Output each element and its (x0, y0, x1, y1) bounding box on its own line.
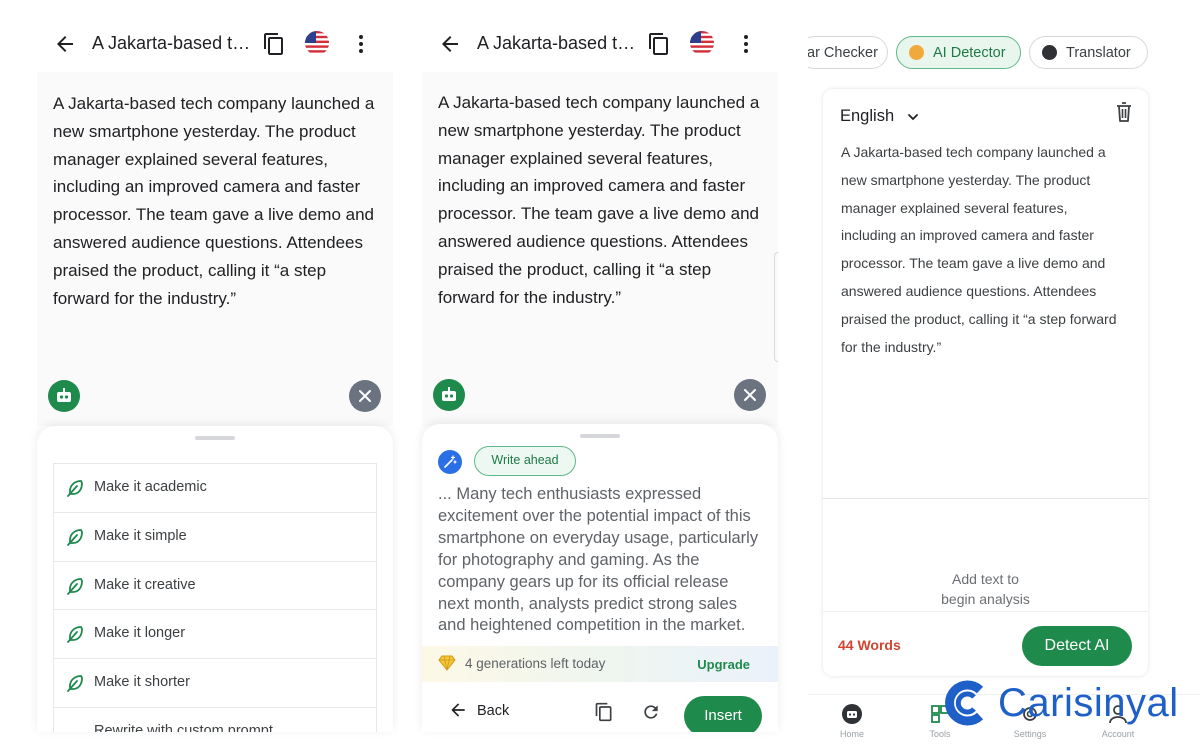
watermark: Carisinyal (940, 680, 1190, 726)
tab-translator[interactable]: Translator (1029, 36, 1148, 69)
robot-icon (842, 704, 862, 724)
tab-label: Translator (1066, 45, 1131, 61)
close-button[interactable] (349, 380, 381, 412)
robot-icon (442, 387, 456, 401)
insert-button[interactable]: Insert (684, 696, 762, 732)
detector-footer: 44 Words Detect AI (823, 611, 1148, 676)
assistant-button[interactable] (433, 379, 465, 411)
write-ahead-sheet: Write ahead ... Many tech enthusiasts ex… (422, 424, 778, 732)
more-vertical-icon[interactable] (349, 32, 373, 56)
feather-icon (67, 577, 83, 595)
assistant-button[interactable] (48, 380, 80, 412)
copy-icon[interactable] (262, 32, 286, 56)
feather-icon (67, 480, 83, 497)
nav-label: Home (839, 729, 864, 739)
translate-icon (1042, 45, 1057, 60)
generated-text: ... Many tech enthusiasts expressed exci… (438, 485, 759, 635)
option-label: Make it longer (94, 625, 186, 642)
refresh-icon[interactable] (641, 702, 661, 722)
language-selector[interactable]: English (840, 107, 894, 126)
write-ahead-screen: A Jakarta-based te... A Jakarta-based te… (400, 0, 790, 750)
close-icon (744, 389, 756, 401)
upgrade-link[interactable]: Upgrade (697, 657, 750, 672)
nav-label: Settings (1013, 729, 1047, 739)
diamond-icon (438, 655, 456, 671)
us-flag-icon[interactable] (305, 31, 329, 55)
option-label: Make it creative (94, 576, 196, 593)
feather-icon (67, 626, 83, 644)
ai-detector-icon (909, 45, 924, 60)
robot-icon (57, 388, 71, 402)
write-ahead-actions: Back Insert (422, 682, 778, 732)
rewrite-options-screen: A Jakarta-based te... A Jakarta-based te… (0, 0, 400, 750)
option-label: Rewrite with custom prompt (94, 722, 273, 732)
detector-card: English A Jakarta-based tech company lau… (823, 89, 1148, 676)
divider (823, 498, 1148, 499)
nav-label: Tools (929, 729, 951, 739)
option-make-simple[interactable]: Make it simple (54, 511, 376, 561)
trash-icon[interactable] (1114, 101, 1134, 123)
generations-left-text: 4 generations left today (465, 656, 606, 671)
document-title: A Jakarta-based te... (477, 33, 637, 53)
feather-icon (67, 675, 83, 693)
option-custom-prompt[interactable]: Rewrite with custom prompt (54, 706, 376, 732)
top-app-bar: A Jakarta-based te... (0, 0, 400, 72)
option-label: Make it simple (94, 527, 187, 544)
ai-detector-screen: ar Checker AI Detector Translator Englis… (808, 0, 1200, 750)
hint-line: Add text to (952, 571, 1019, 587)
tab-grammar-checker[interactable]: ar Checker (808, 36, 888, 69)
feather-icon (67, 528, 83, 546)
editor-text[interactable]: A Jakarta-based tech company launched a … (438, 89, 766, 311)
rewrite-options-sheet: Make it academic Make it simple Make it … (37, 426, 393, 732)
tab-label: AI Detector (933, 45, 1006, 61)
arrow-left-icon[interactable] (53, 32, 77, 56)
option-label: Make it academic (94, 479, 207, 495)
scroll-indicator[interactable] (774, 252, 778, 362)
document-title: A Jakarta-based te... (92, 33, 252, 53)
tab-label: ar Checker (808, 45, 878, 61)
copy-icon[interactable] (594, 702, 614, 722)
arrow-left-icon[interactable] (438, 32, 462, 56)
word-count: 44 Words (838, 637, 901, 653)
sheet-handle[interactable] (195, 436, 235, 440)
write-ahead-badge (438, 450, 462, 474)
back-button[interactable]: Back (477, 703, 509, 719)
magic-wand-icon (444, 455, 457, 468)
hint-line: begin analysis (941, 591, 1030, 607)
us-flag-icon[interactable] (690, 31, 714, 55)
tab-ai-detector[interactable]: AI Detector (896, 36, 1021, 69)
nav-label: Account (1101, 729, 1135, 739)
detect-ai-button[interactable]: Detect AI (1022, 626, 1132, 666)
close-icon (359, 390, 371, 402)
nav-home[interactable]: Home (822, 703, 882, 739)
text-editor[interactable]: A Jakarta-based tech company launched a … (37, 72, 393, 426)
option-label: Make it shorter (94, 674, 190, 691)
top-app-bar: A Jakarta-based te... (400, 0, 790, 72)
chevron-down-icon[interactable] (906, 110, 920, 124)
editor-text[interactable]: A Jakarta-based tech company launched a … (53, 90, 381, 312)
option-make-longer[interactable]: Make it longer (54, 609, 376, 658)
more-vertical-icon[interactable] (734, 32, 758, 56)
close-button[interactable] (734, 379, 766, 411)
write-ahead-chip[interactable]: Write ahead (474, 446, 576, 476)
watermark-text: Carisinyal (998, 681, 1179, 725)
option-make-academic[interactable]: Make it academic (54, 463, 376, 512)
copy-icon[interactable] (647, 32, 671, 56)
text-editor[interactable]: A Jakarta-based tech company launched a … (422, 72, 778, 426)
generations-banner: 4 generations left today Upgrade (422, 646, 778, 682)
sheet-handle[interactable] (580, 434, 620, 438)
arrow-left-icon[interactable] (448, 700, 468, 720)
watermark-logo (945, 680, 984, 726)
empty-result-hint: Add text to begin analysis (823, 569, 1148, 609)
options-list: Make it academic Make it simple Make it … (53, 463, 377, 732)
input-text[interactable]: A Jakarta-based tech company launched a … (841, 139, 1126, 361)
option-make-shorter[interactable]: Make it shorter (54, 658, 376, 707)
option-make-creative[interactable]: Make it creative (54, 560, 376, 610)
